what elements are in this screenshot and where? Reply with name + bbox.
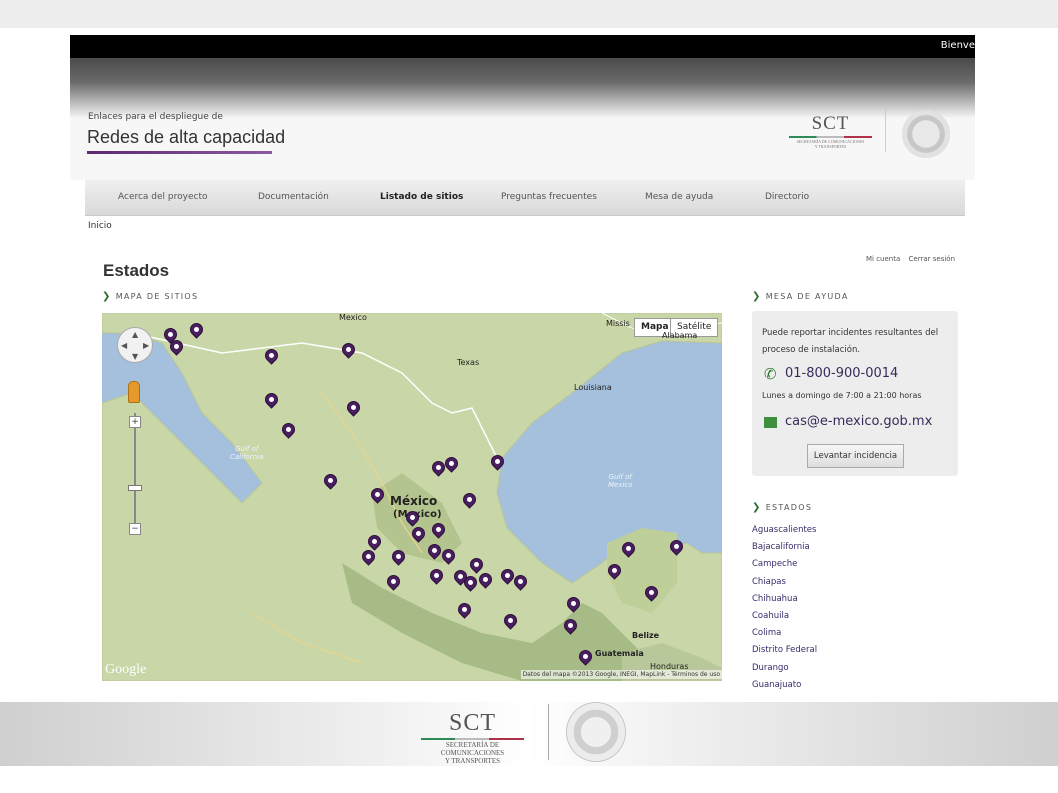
help-heading-text: MESA DE AYUDA bbox=[765, 292, 849, 301]
map-label-mexico-big: México bbox=[390, 494, 438, 508]
map-label-missis: Missis bbox=[606, 319, 630, 328]
sct-logo-text: SCT bbox=[811, 113, 850, 134]
sct-logo-rule bbox=[789, 136, 872, 138]
header-underline bbox=[87, 151, 272, 154]
footer-sct-logo: SCT SECRETARÍA DE COMUNICACIONES Y TRANS… bbox=[415, 710, 530, 765]
national-seal-icon bbox=[902, 110, 950, 158]
site-header: Enlaces para el despliegue de Redes de a… bbox=[70, 106, 975, 180]
top-black-bar: Bienve bbox=[70, 35, 975, 58]
state-link[interactable]: Colima bbox=[752, 628, 817, 645]
chevron-right-icon: ❯ bbox=[752, 291, 762, 302]
state-link[interactable]: Guanajuato bbox=[752, 680, 817, 697]
nav-item-acerca[interactable]: Acerca del proyecto bbox=[118, 192, 208, 202]
gulf-mex-line1: Gulf of bbox=[608, 473, 632, 481]
states-heading-text: ESTADOS bbox=[765, 503, 813, 512]
google-logo[interactable]: Google bbox=[105, 662, 146, 678]
footer-logo-sub1: SECRETARÍA DE bbox=[445, 741, 500, 749]
pan-up-icon[interactable]: ▲ bbox=[132, 330, 138, 339]
sites-map[interactable]: Mapa Satélite ▲ ▼ ◀ ▶ + − Mexico Missis … bbox=[102, 313, 722, 681]
sct-logo-sub2: Y TRANSPORTES bbox=[814, 144, 847, 149]
main-nav: Acerca del proyecto Documentación Listad… bbox=[85, 180, 965, 216]
pan-left-icon[interactable]: ◀ bbox=[121, 341, 127, 350]
phone-number[interactable]: 01-800-900-0014 bbox=[785, 366, 898, 381]
nav-item-directorio[interactable]: Directorio bbox=[765, 192, 809, 202]
chevron-right-icon: ❯ bbox=[102, 291, 112, 302]
logo-divider bbox=[885, 106, 886, 152]
street-view-pegman-icon[interactable] bbox=[128, 381, 140, 403]
chevron-right-icon: ❯ bbox=[752, 502, 762, 513]
map-label-gulf-california: Gulf of California bbox=[230, 445, 263, 461]
my-account-link[interactable]: Mi cuenta bbox=[866, 255, 900, 263]
map-label-belize: Belize bbox=[632, 631, 660, 640]
pan-right-icon[interactable]: ▶ bbox=[143, 341, 149, 350]
help-box: Puede reportar incidentes resultantes de… bbox=[752, 311, 958, 476]
zoom-in-icon[interactable]: + bbox=[129, 416, 141, 428]
map-attribution[interactable]: Datos del mapa ©2013 Google, INEGI, MapL… bbox=[520, 670, 722, 679]
map-label-texas: Texas bbox=[457, 358, 480, 367]
nav-item-listado[interactable]: Listado de sitios bbox=[380, 192, 463, 202]
help-description: Puede reportar incidentes resultantes de… bbox=[762, 328, 939, 355]
footer-logo-sub2: COMUNICACIONES bbox=[440, 749, 505, 757]
help-hours: Lunes a domingo de 7:00 a 21:00 horas bbox=[762, 391, 922, 400]
welcome-text: Bienve bbox=[940, 40, 975, 51]
map-heading-text: MAPA DE SITIOS bbox=[115, 292, 199, 301]
footer-banner: SCT SECRETARÍA DE COMUNICACIONES Y TRANS… bbox=[0, 702, 1058, 766]
state-link[interactable]: Chihuahua bbox=[752, 594, 817, 611]
nav-item-preguntas[interactable]: Preguntas frecuentes bbox=[501, 192, 597, 202]
page-frame: Bienve Enlaces para el despliegue de Red… bbox=[70, 35, 975, 700]
footer-logo-rule bbox=[421, 738, 524, 740]
states-section-heading: ❯ ESTADOS bbox=[752, 502, 812, 513]
state-link[interactable]: Durango bbox=[752, 663, 817, 680]
state-link[interactable]: Coahuila bbox=[752, 611, 817, 628]
map-section-heading: ❯ MAPA DE SITIOS bbox=[102, 291, 198, 302]
zoom-track[interactable] bbox=[134, 413, 136, 525]
zoom-out-icon[interactable]: − bbox=[129, 523, 141, 535]
header-subtitle: Enlaces para el despliegue de bbox=[88, 112, 223, 122]
map-label-louisiana: Louisiana bbox=[574, 383, 612, 392]
logout-link[interactable]: Cerrar sesión bbox=[909, 255, 955, 263]
phone-icon: ✆ bbox=[764, 365, 777, 383]
footer-logo-text: SCT bbox=[448, 710, 496, 736]
help-email[interactable]: cas@e-mexico.gob.mx bbox=[785, 414, 932, 429]
footer-seal-icon bbox=[566, 702, 626, 762]
header-title[interactable]: Redes de alta capacidad bbox=[87, 127, 285, 148]
gulf-mex-line2: Mexico bbox=[608, 481, 633, 489]
state-link[interactable]: Distrito Federal bbox=[752, 645, 817, 662]
sct-logo[interactable]: SCT SECRETARÍA DE COMUNICACIONES Y TRANS… bbox=[783, 113, 878, 149]
account-links: Mi cuenta Cerrar sesión bbox=[860, 255, 955, 263]
help-section-heading: ❯ MESA DE AYUDA bbox=[752, 291, 849, 302]
pan-control[interactable]: ▲ ▼ ◀ ▶ bbox=[117, 327, 153, 363]
zoom-slider-handle[interactable] bbox=[128, 485, 142, 491]
state-link[interactable]: Campeche bbox=[752, 559, 817, 576]
map-label-gulf-mexico: Gulf of Mexico bbox=[608, 473, 633, 489]
footer-divider bbox=[548, 704, 549, 760]
browser-top-strip bbox=[0, 0, 1058, 28]
gulf-cal-line1: Gulf of bbox=[235, 445, 259, 453]
footer-logo-sub3: Y TRANSPORTES bbox=[444, 757, 500, 765]
gulf-cal-line2: California bbox=[230, 453, 264, 461]
pan-down-icon[interactable]: ▼ bbox=[132, 352, 138, 361]
nav-item-mesa[interactable]: Mesa de ayuda bbox=[645, 192, 713, 202]
nav-item-documentacion[interactable]: Documentación bbox=[258, 192, 329, 202]
state-link[interactable]: Aguascalientes bbox=[752, 525, 817, 542]
page-title: Estados bbox=[103, 261, 170, 280]
state-link[interactable]: Bajacalifornia bbox=[752, 542, 817, 559]
states-list: Aguascalientes Bajacalifornia Campeche C… bbox=[752, 525, 817, 697]
mail-icon bbox=[764, 417, 777, 428]
map-label-guatemala: Guatemala bbox=[595, 649, 644, 658]
state-link[interactable]: Chiapas bbox=[752, 577, 817, 594]
report-incident-button[interactable]: Levantar incidencia bbox=[807, 444, 904, 468]
map-label-mexico-top: Mexico bbox=[339, 313, 367, 322]
gradient-banner bbox=[70, 58, 975, 118]
map-label-alabama: Alabama bbox=[662, 331, 698, 340]
breadcrumb[interactable]: Inicio bbox=[88, 221, 112, 231]
